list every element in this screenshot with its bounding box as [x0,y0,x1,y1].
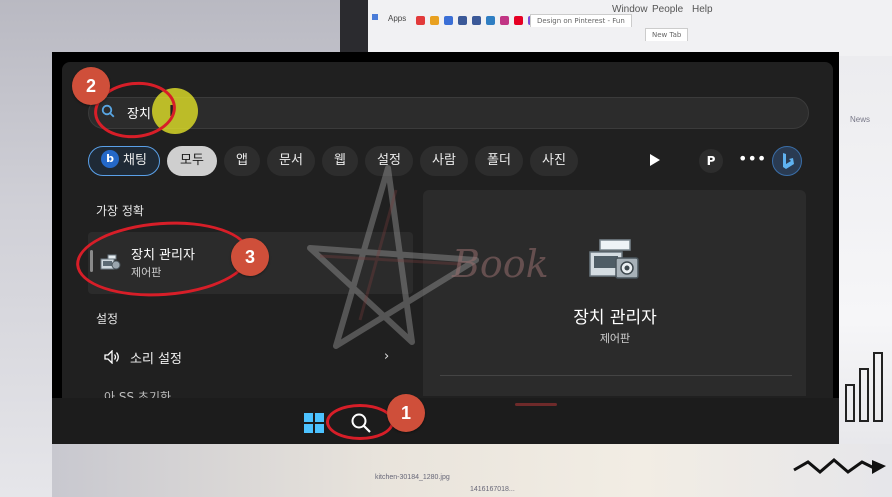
best-match-heading: 가장 정확 [96,204,144,218]
device-manager-large-icon [589,239,639,279]
background-file-label: kitchen-30184_1280.jpg [375,474,450,481]
background-news-text: News [850,115,871,124]
apps-grid-icon [372,14,378,20]
preview-title: 장치 관리자 [573,308,657,328]
annotation-ring-taskbar [326,404,394,440]
annotation-badge-2: 2 [72,67,110,105]
bookmark-icon [458,16,467,25]
bing-logo-glyph [783,153,794,169]
more-options-icon[interactable]: ••• [738,149,766,173]
annotation-badge-1: 1 [387,394,425,432]
bookmark-icon [430,16,439,25]
windows-start-icon[interactable] [303,412,325,434]
profile-button[interactable]: P [699,149,723,173]
background-file-label-2: 1416167018... [470,486,515,493]
filter-all[interactable]: 모두 [167,146,217,176]
chat-filter-label: 채팅 [123,153,147,168]
bing-chat-icon[interactable] [772,146,802,176]
bookmark-icon [514,16,523,25]
sound-settings-label: 소리 설정 [130,352,182,367]
chat-filter-button[interactable]: b 채팅 [88,146,160,176]
background-arrow-sketch [793,458,886,474]
browser-bookmarks-bar: Apps [372,14,892,28]
bookmark-icon [472,16,481,25]
play-icon[interactable] [650,154,660,166]
bookmark-icon [486,16,495,25]
annotation-badge-3: 3 [231,238,269,276]
apps-label: Apps [388,14,407,23]
speaker-icon [104,350,119,364]
filter-photos[interactable]: 사진 [530,146,578,176]
preview-divider [440,375,792,376]
browser-tab: Design on Pinterest - Fun [530,14,632,27]
filter-apps[interactable]: 앱 [224,146,260,176]
taskbar-indicator [515,403,557,406]
taskbar [52,398,839,444]
background-chart-sketch [845,352,883,422]
browser-tab: New Tab [645,28,689,41]
bing-icon: b [101,150,120,168]
watermark-text: Book [452,242,549,286]
preview-subtitle: 제어판 [599,332,631,345]
bookmark-icon [500,16,509,25]
settings-heading: 설정 [96,312,119,326]
bookmark-icon [416,16,425,25]
bookmark-icon [444,16,453,25]
